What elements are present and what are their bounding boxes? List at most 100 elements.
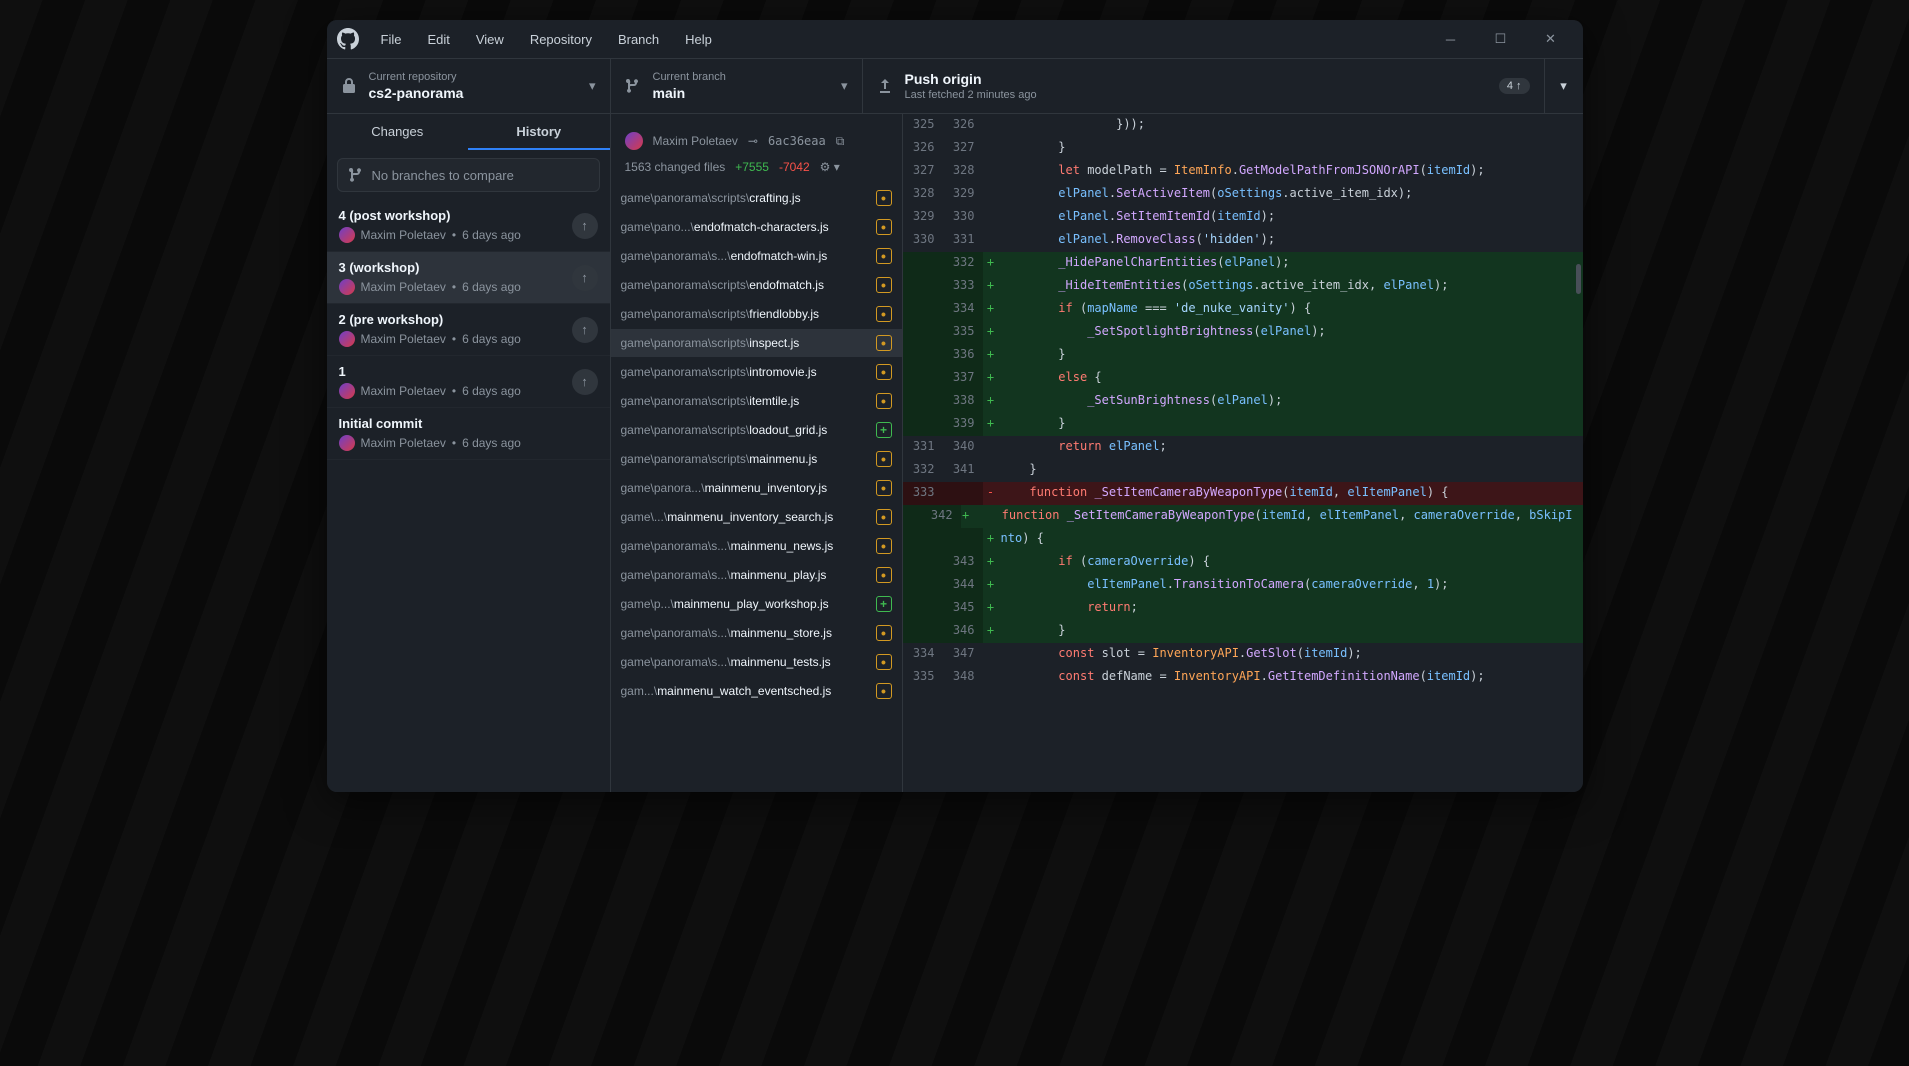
file-row[interactable]: game\panorama\scripts\mainmenu.js xyxy=(611,445,902,474)
file-path: game\...\mainmenu_inventory_search.js xyxy=(621,510,868,524)
menu-file[interactable]: File xyxy=(371,28,412,51)
commit-author: Maxim Poletaev xyxy=(361,228,446,242)
diff-line: 335348 const defName = InventoryAPI.GetI… xyxy=(903,666,1583,689)
code-text: function _SetItemCameraByWeaponType(item… xyxy=(999,482,1583,505)
file-path: game\panorama\scripts\intromovie.js xyxy=(621,365,868,379)
file-row[interactable]: game\panorama\s...\mainmenu_news.js xyxy=(611,532,902,561)
new-line-number: 330 xyxy=(943,206,983,229)
old-line-number: 333 xyxy=(903,482,943,505)
push-more-button[interactable]: ▾ xyxy=(1545,59,1583,113)
commit-item[interactable]: 1Maxim Poletaev • 6 days ago↑ xyxy=(327,356,610,408)
commit-item[interactable]: 3 (workshop)Maxim Poletaev • 6 days ago↑ xyxy=(327,252,610,304)
files-changed-count: 1563 changed files xyxy=(625,160,726,174)
diff-line: 326327 } xyxy=(903,137,1583,160)
unpushed-icon: ↑ xyxy=(572,213,598,239)
menu-branch[interactable]: Branch xyxy=(608,28,669,51)
menu-edit[interactable]: Edit xyxy=(417,28,459,51)
commit-item[interactable]: 4 (post workshop)Maxim Poletaev • 6 days… xyxy=(327,200,610,252)
commit-item[interactable]: Initial commitMaxim Poletaev • 6 days ag… xyxy=(327,408,610,460)
tab-changes[interactable]: Changes xyxy=(327,114,469,150)
code-text: } xyxy=(999,137,1583,160)
maximize-button[interactable]: ☐ xyxy=(1479,24,1523,54)
old-line-number: 335 xyxy=(903,666,943,689)
commit-item-meta: Maxim Poletaev • 6 days ago xyxy=(339,279,564,295)
file-row[interactable]: game\panora...\mainmenu_inventory.js xyxy=(611,474,902,503)
commit-time: 6 days ago xyxy=(462,384,521,398)
file-row[interactable]: game\panorama\scripts\intromovie.js xyxy=(611,358,902,387)
commit-author: Maxim Poletaev xyxy=(361,436,446,450)
file-row[interactable]: game\panorama\scripts\itemtile.js xyxy=(611,387,902,416)
tab-history[interactable]: History xyxy=(468,114,610,150)
diff-sign xyxy=(983,160,999,183)
old-line-number: 331 xyxy=(903,436,943,459)
code-text: _SetSpotlightBrightness(elPanel); xyxy=(999,321,1583,344)
menu-view[interactable]: View xyxy=(466,28,514,51)
old-line-number xyxy=(903,298,943,321)
unpushed-icon: ↑ xyxy=(572,317,598,343)
diff-sign xyxy=(983,206,999,229)
new-line-number: 336 xyxy=(943,344,983,367)
file-row[interactable]: game\p...\mainmenu_play_workshop.js xyxy=(611,590,902,619)
file-row[interactable]: game\panorama\scripts\crafting.js xyxy=(611,184,902,213)
file-row[interactable]: game\panorama\scripts\friendlobby.js xyxy=(611,300,902,329)
file-path: game\p...\mainmenu_play_workshop.js xyxy=(621,597,868,611)
file-row[interactable]: game\...\mainmenu_inventory_search.js xyxy=(611,503,902,532)
diff-line: 331340 return elPanel; xyxy=(903,436,1583,459)
file-row[interactable]: game\panorama\scripts\loadout_grid.js xyxy=(611,416,902,445)
diff-line: 344+ elItemPanel.TransitionToCamera(came… xyxy=(903,574,1583,597)
code-text: } xyxy=(999,413,1583,436)
old-line-number xyxy=(903,528,943,551)
menu-help[interactable]: Help xyxy=(675,28,722,51)
diff-line: 330331 elPanel.RemoveClass('hidden'); xyxy=(903,229,1583,252)
file-row[interactable]: game\panorama\s...\endofmatch-win.js xyxy=(611,242,902,271)
file-row[interactable]: gam...\mainmenu_watch_eventsched.js xyxy=(611,677,902,706)
diff-line: 334+ if (mapName === 'de_nuke_vanity') { xyxy=(903,298,1583,321)
close-button[interactable]: ✕ xyxy=(1529,24,1573,54)
new-line-number xyxy=(943,482,983,505)
window-controls: ─ ☐ ✕ xyxy=(1429,24,1573,54)
diff-sign: + xyxy=(983,413,999,436)
lock-icon xyxy=(341,78,357,94)
current-repository-selector[interactable]: Current repository cs2-panorama ▾ xyxy=(327,59,611,113)
code-text: } xyxy=(999,459,1583,482)
new-line-number: 346 xyxy=(943,620,983,643)
file-row[interactable]: game\panorama\s...\mainmenu_play.js xyxy=(611,561,902,590)
diff-line: 332341 } xyxy=(903,459,1583,482)
file-path: game\panorama\scripts\loadout_grid.js xyxy=(621,423,868,437)
diff-sign: + xyxy=(983,551,999,574)
commit-item[interactable]: 2 (pre workshop)Maxim Poletaev • 6 days … xyxy=(327,304,610,356)
file-row[interactable]: game\pano...\endofmatch-characters.js xyxy=(611,213,902,242)
commit-item-meta: Maxim Poletaev • 6 days ago xyxy=(339,227,564,243)
diff-line: 346+ } xyxy=(903,620,1583,643)
diff-sign: - xyxy=(983,482,999,505)
minimize-button[interactable]: ─ xyxy=(1429,24,1473,54)
old-line-number: 328 xyxy=(903,183,943,206)
file-path: game\panorama\s...\mainmenu_play.js xyxy=(621,568,868,582)
branch-label: Current branch xyxy=(653,71,726,83)
file-row[interactable]: game\panorama\s...\mainmenu_store.js xyxy=(611,619,902,648)
current-branch-selector[interactable]: Current branch main ▾ xyxy=(611,59,863,113)
file-added-icon xyxy=(876,596,892,612)
compare-branch-input[interactable]: No branches to compare xyxy=(337,158,600,192)
gear-icon[interactable]: ⚙ ▾ xyxy=(820,160,840,174)
push-origin-button[interactable]: Push origin Last fetched 2 minutes ago 4… xyxy=(863,59,1545,113)
new-line-number: 340 xyxy=(943,436,983,459)
file-row[interactable]: game\panorama\scripts\endofmatch.js xyxy=(611,271,902,300)
menu-repository[interactable]: Repository xyxy=(520,28,602,51)
diff-icon: ⧉ xyxy=(836,134,845,149)
diff-line: 333 - function _SetItemCameraByWeaponType… xyxy=(903,482,1583,505)
file-row[interactable]: game\panorama\scripts\inspect.js xyxy=(611,329,902,358)
scrollbar-thumb[interactable] xyxy=(1576,264,1581,294)
sidebar: Changes History No branches to compare 4… xyxy=(327,114,611,792)
file-row[interactable]: game\panorama\s...\mainmenu_tests.js xyxy=(611,648,902,677)
file-path: game\panorama\s...\mainmenu_store.js xyxy=(621,626,868,640)
diff-sign: + xyxy=(983,298,999,321)
old-line-number: 330 xyxy=(903,229,943,252)
new-line-number: 335 xyxy=(943,321,983,344)
old-line-number: 329 xyxy=(903,206,943,229)
new-line-number: 347 xyxy=(943,643,983,666)
new-line-number: 331 xyxy=(943,229,983,252)
diff-viewer[interactable]: 325326 }));326327 }327328 let modelPath … xyxy=(903,114,1583,792)
file-modified-icon xyxy=(876,364,892,380)
push-sub: Last fetched 2 minutes ago xyxy=(905,89,1037,101)
